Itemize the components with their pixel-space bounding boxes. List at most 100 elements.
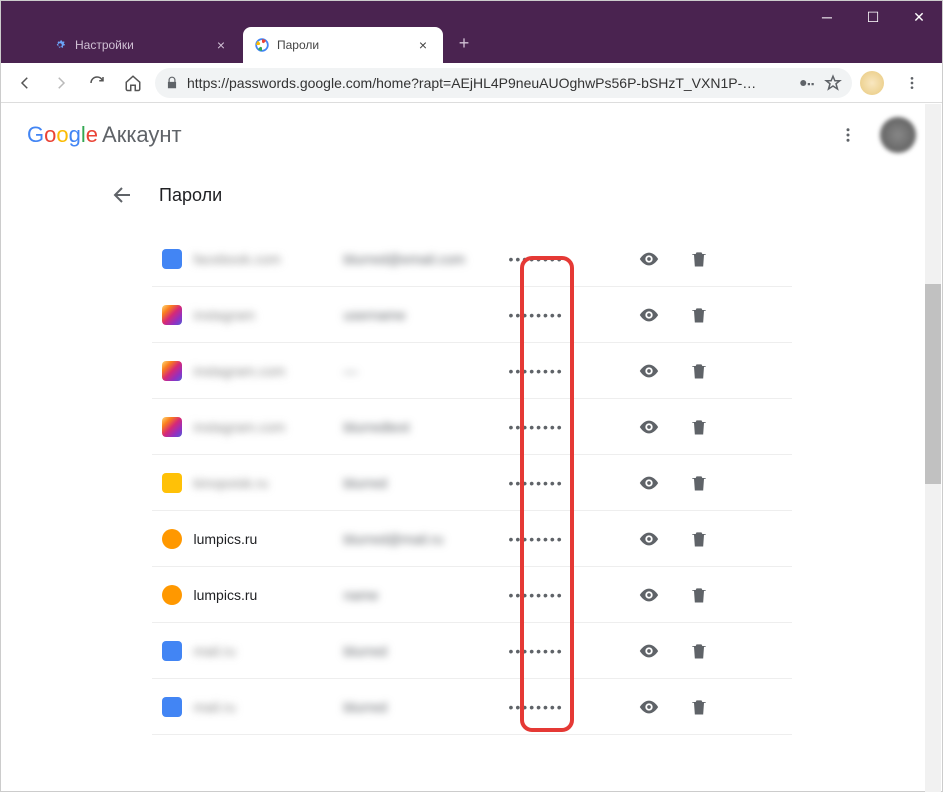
google-favicon-icon: [255, 38, 269, 52]
site-name: instagram: [194, 307, 344, 323]
site-favicon-icon: [162, 585, 182, 605]
show-password-button[interactable]: [629, 519, 669, 559]
password-row[interactable]: facebook.comblurred@email.com••••••••: [152, 231, 792, 287]
forward-button[interactable]: [47, 69, 75, 97]
password-list: facebook.comblurred@email.com••••••••ins…: [152, 223, 792, 735]
delete-button[interactable]: [679, 351, 719, 391]
password-row[interactable]: mail.rublurred••••••••: [152, 679, 792, 735]
delete-button[interactable]: [679, 687, 719, 727]
site-name: kinopoisk.ru: [194, 475, 344, 491]
scrollbar-thumb[interactable]: [925, 284, 941, 484]
window-titlebar: Настройки × Пароли × + ─ ☐ ✕: [1, 1, 942, 63]
account-avatar[interactable]: [880, 117, 916, 153]
password-masked: ••••••••: [509, 363, 619, 379]
tab-strip: Настройки × Пароли × +: [1, 27, 479, 63]
password-masked: ••••••••: [509, 307, 619, 323]
password-row[interactable]: instagramusername••••••••: [152, 287, 792, 343]
password-row[interactable]: instagram.com—••••••••: [152, 343, 792, 399]
username: blurredtext: [344, 419, 509, 435]
password-row[interactable]: instagram.comblurredtext••••••••: [152, 399, 792, 455]
password-masked: ••••••••: [509, 419, 619, 435]
tab-passwords[interactable]: Пароли ×: [243, 27, 443, 63]
account-menu-button[interactable]: [836, 123, 860, 147]
site-favicon-icon: [162, 697, 182, 717]
show-password-button[interactable]: [629, 239, 669, 279]
back-button[interactable]: [11, 69, 39, 97]
address-bar: https://passwords.google.com/home?rapt=A…: [1, 63, 942, 103]
site-favicon-icon: [162, 529, 182, 549]
username: blurred@email.com: [344, 251, 509, 267]
password-row[interactable]: lumpics.runame••••••••: [152, 567, 792, 623]
page-content: Google Аккаунт Пароли facebook.comblurre…: [1, 103, 942, 793]
delete-button[interactable]: [679, 407, 719, 447]
close-icon[interactable]: ×: [213, 37, 229, 53]
username: blurred@mail.ru: [344, 531, 509, 547]
close-icon[interactable]: ×: [415, 37, 431, 53]
delete-button[interactable]: [679, 239, 719, 279]
delete-button[interactable]: [679, 519, 719, 559]
tab-label: Пароли: [277, 38, 319, 52]
show-password-button[interactable]: [629, 575, 669, 615]
password-masked: ••••••••: [509, 699, 619, 715]
password-row[interactable]: lumpics.rublurred@mail.ru••••••••: [152, 511, 792, 567]
star-icon[interactable]: [824, 74, 842, 92]
username: blurred: [344, 643, 509, 659]
site-favicon-icon: [162, 249, 182, 269]
password-masked: ••••••••: [509, 643, 619, 659]
close-button[interactable]: ✕: [896, 1, 942, 33]
google-logo: Google: [27, 122, 98, 148]
username: username: [344, 307, 509, 323]
site-favicon-icon: [162, 417, 182, 437]
password-row[interactable]: mail.rublurred••••••••: [152, 623, 792, 679]
key-icon[interactable]: [798, 74, 816, 92]
username: name: [344, 587, 509, 603]
site-favicon-icon: [162, 305, 182, 325]
maximize-button[interactable]: ☐: [850, 1, 896, 33]
show-password-button[interactable]: [629, 687, 669, 727]
scrollbar[interactable]: [925, 104, 941, 792]
site-name: instagram.com: [194, 363, 344, 379]
gear-icon: [53, 38, 67, 52]
password-masked: ••••••••: [509, 251, 619, 267]
back-arrow-button[interactable]: [111, 183, 135, 207]
account-header: Google Аккаунт: [1, 103, 942, 167]
delete-button[interactable]: [679, 463, 719, 503]
account-label: Аккаунт: [102, 122, 182, 148]
home-button[interactable]: [119, 69, 147, 97]
username: blurred: [344, 699, 509, 715]
tab-label: Настройки: [75, 38, 134, 52]
show-password-button[interactable]: [629, 295, 669, 335]
site-favicon-icon: [162, 361, 182, 381]
site-name: instagram.com: [194, 419, 344, 435]
omnibox[interactable]: https://passwords.google.com/home?rapt=A…: [155, 68, 852, 98]
new-tab-button[interactable]: +: [449, 29, 479, 59]
profile-avatar-icon[interactable]: [860, 71, 884, 95]
show-password-button[interactable]: [629, 351, 669, 391]
reload-button[interactable]: [83, 69, 111, 97]
site-name: lumpics.ru: [194, 531, 344, 547]
site-name: facebook.com: [194, 251, 344, 267]
site-name: mail.ru: [194, 699, 344, 715]
site-name: mail.ru: [194, 643, 344, 659]
delete-button[interactable]: [679, 295, 719, 335]
site-name: lumpics.ru: [194, 587, 344, 603]
show-password-button[interactable]: [629, 407, 669, 447]
site-favicon-icon: [162, 641, 182, 661]
minimize-button[interactable]: ─: [804, 1, 850, 33]
page-title-bar: Пароли: [1, 167, 942, 223]
delete-button[interactable]: [679, 631, 719, 671]
show-password-button[interactable]: [629, 631, 669, 671]
tab-settings[interactable]: Настройки ×: [41, 27, 241, 63]
toolbar-right: [860, 69, 932, 97]
password-masked: ••••••••: [509, 587, 619, 603]
lock-icon: [165, 76, 179, 90]
window-controls: ─ ☐ ✕: [804, 1, 942, 33]
menu-button[interactable]: [898, 69, 926, 97]
username: —: [344, 363, 509, 379]
page-title: Пароли: [159, 185, 222, 206]
url-text: https://passwords.google.com/home?rapt=A…: [187, 75, 790, 91]
password-masked: ••••••••: [509, 475, 619, 491]
show-password-button[interactable]: [629, 463, 669, 503]
delete-button[interactable]: [679, 575, 719, 615]
password-row[interactable]: kinopoisk.rublurred••••••••: [152, 455, 792, 511]
